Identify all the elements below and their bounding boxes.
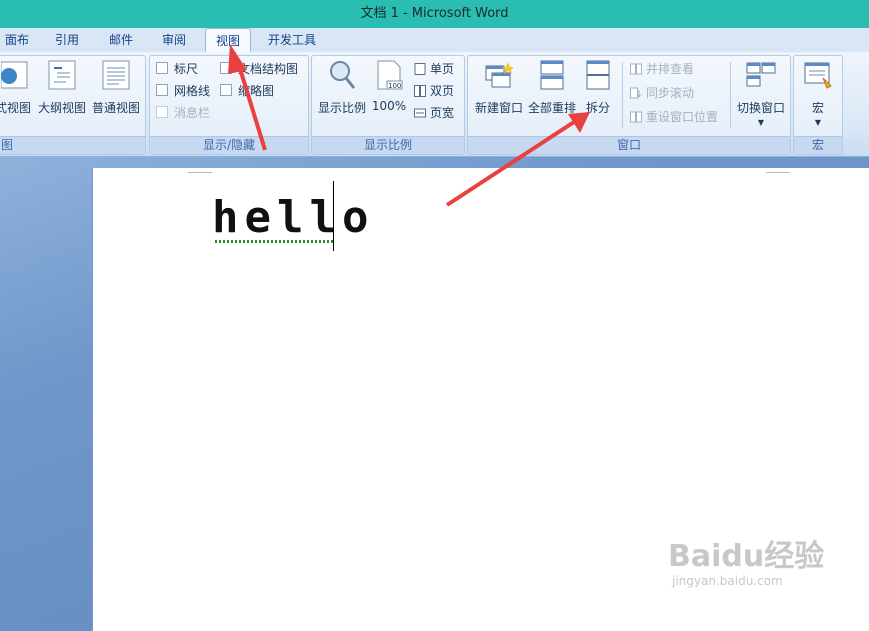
arrow-to-split-icon [445,112,590,207]
arrow-to-view-tab-icon [228,44,267,151]
annotation-arrows [228,44,590,207]
